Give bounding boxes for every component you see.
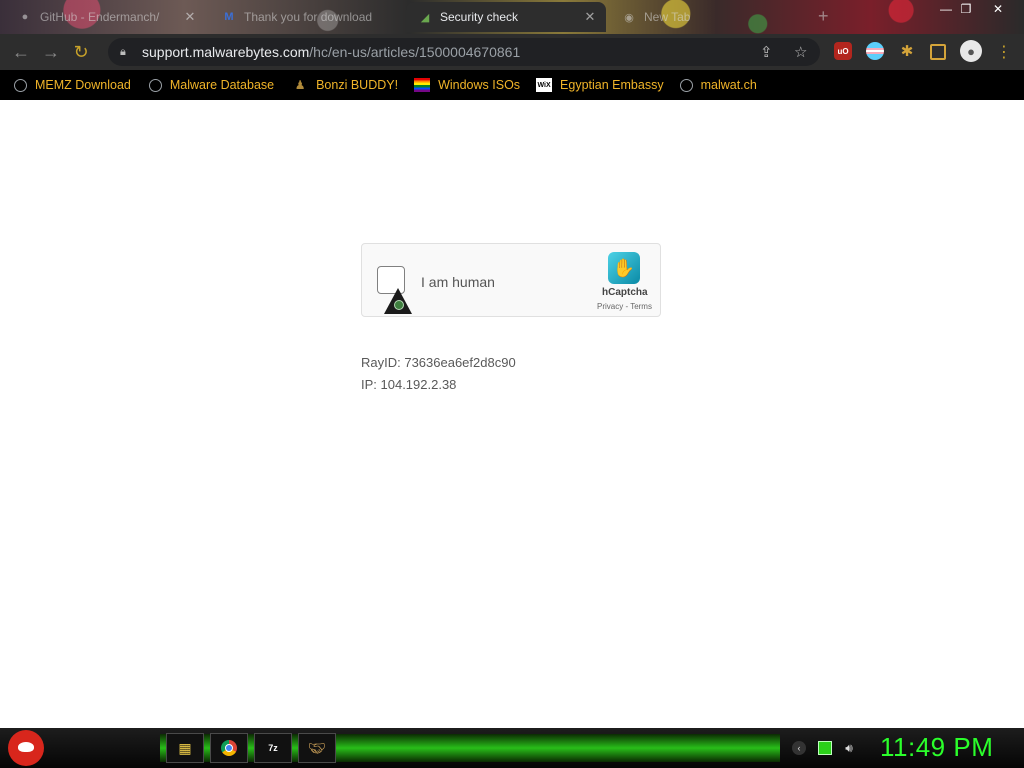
handshake-icon[interactable]: 🤝︎: [298, 733, 336, 763]
lock-icon[interactable]: 🔒︎: [120, 46, 134, 59]
bookmark-label: Windows ISOs: [438, 78, 521, 92]
address-bar[interactable]: 🔒︎ support.malwarebytes.com/hc/en-us/art…: [108, 38, 820, 66]
bookmark-windows-isos[interactable]: Windows ISOs: [414, 78, 520, 92]
taskbar: ▦ 7z 🤝︎ ‹ 🔊︎ 11:49 PM: [0, 728, 1024, 768]
mouse-cursor-icon: [384, 288, 412, 314]
bookmark-bonzi-buddy[interactable]: ♟ Bonzi BUDDY!: [292, 77, 398, 93]
captcha-label: I am human: [421, 274, 495, 290]
bookmark-label: malwat.ch: [700, 78, 757, 92]
close-icon[interactable]: ✕: [582, 9, 598, 25]
side-panel-icon[interactable]: [930, 44, 946, 60]
wix-icon: WiX: [536, 78, 553, 92]
bookmark-label: Egyptian Embassy: [560, 78, 664, 92]
bonzi-icon: ♟: [294, 78, 306, 92]
taskbar-clock[interactable]: 11:49 PM: [880, 732, 993, 763]
file-explorer-icon[interactable]: ▦: [166, 733, 204, 763]
tab-title: Security check: [440, 10, 519, 24]
tray-overflow-icon[interactable]: ‹: [792, 741, 806, 755]
kebab-menu-icon[interactable]: ⋮: [996, 42, 1012, 62]
hcaptcha-widget: I am human ✋ hCaptcha Privacy - Terms: [361, 243, 661, 317]
tab-security-check[interactable]: ◢ Security check ✕: [406, 2, 606, 32]
ublock-origin-icon[interactable]: uO: [834, 42, 852, 60]
tab-title: GitHub - Endermanch/: [40, 10, 160, 24]
bookmark-star-icon[interactable]: ☆: [794, 43, 807, 61]
bookmark-memz-download[interactable]: MEMZ Download: [14, 78, 131, 92]
captcha-privacy-terms-links[interactable]: Privacy - Terms: [597, 302, 652, 311]
bookmark-malware-database[interactable]: Malware Database: [148, 78, 275, 92]
bookmark-label: Bonzi BUDDY!: [316, 78, 399, 92]
chrome-icon: ◉: [624, 11, 634, 24]
url-text[interactable]: support.malwarebytes.com/hc/en-us/articl…: [142, 44, 520, 60]
tab-title: New Tab: [644, 10, 691, 24]
ip-address: IP: 104.192.2.38: [361, 377, 457, 392]
bookmarks-bar: MEMZ Download Malware Database ♟ Bonzi B…: [0, 70, 1024, 100]
tab-strip: ● GitHub - Endermanch/ ✕ M Thank you for…: [0, 0, 1024, 34]
bookmark-label: MEMZ Download: [35, 78, 131, 92]
new-tab-button[interactable]: +: [818, 6, 829, 27]
restore-icon[interactable]: ❐: [952, 1, 980, 17]
tab-thank-you[interactable]: M Thank you for download: [210, 2, 406, 32]
tab-title: Thank you for download: [244, 10, 373, 24]
page-content: I am human ✋ hCaptcha Privacy - Terms Ra…: [0, 102, 1024, 728]
reload-button[interactable]: ↻: [66, 37, 96, 67]
globe-icon: [14, 78, 27, 92]
browser-toolbar: ← → ↻ 🔒︎ support.malwarebytes.com/hc/en-…: [0, 34, 1024, 70]
bookmark-egyptian-embassy[interactable]: WiX Egyptian Embassy: [536, 78, 664, 92]
seven-zip-icon[interactable]: 7z: [254, 733, 292, 763]
github-icon: ●: [21, 11, 29, 23]
extensions-puzzle-icon[interactable]: ✱: [898, 42, 916, 60]
ray-info: RayID: 73636ea6ef2d8c90 IP: 104.192.2.38: [361, 352, 516, 396]
trans-flag-extension-icon[interactable]: [866, 42, 884, 60]
rainbow-flag-icon: [414, 78, 431, 92]
tab-new-tab[interactable]: ◉ New Tab: [610, 2, 810, 32]
close-icon[interactable]: ✕: [182, 9, 198, 25]
hcaptcha-logo-icon[interactable]: ✋: [608, 252, 640, 284]
window-close-icon[interactable]: ✕: [984, 1, 1012, 17]
malwarebytes-icon: M: [224, 11, 234, 23]
hcaptcha-brand: hCaptcha: [602, 287, 648, 298]
globe-icon: [148, 78, 162, 92]
bookmark-label: Malware Database: [169, 78, 275, 92]
url-path: /hc/en-us/articles/1500004670861: [309, 44, 521, 60]
profile-avatar-icon[interactable]: ●: [960, 40, 982, 62]
back-button[interactable]: ←: [6, 37, 36, 67]
forward-button[interactable]: →: [36, 37, 66, 67]
volume-icon[interactable]: 🔊︎: [842, 741, 856, 755]
chrome-taskbar-icon[interactable]: [210, 733, 248, 763]
tab-github[interactable]: ● GitHub - Endermanch/ ✕: [6, 2, 206, 32]
bookmark-malwat-ch[interactable]: malwat.ch: [679, 78, 757, 92]
loading-icon: ◢: [420, 11, 430, 24]
start-button-angry-bird-icon[interactable]: [8, 730, 44, 766]
ray-id: RayID: 73636ea6ef2d8c90: [361, 355, 516, 370]
network-icon[interactable]: [818, 741, 832, 755]
globe-icon: [679, 78, 693, 92]
url-host: support.malwarebytes.com: [142, 44, 310, 60]
share-icon[interactable]: ⇪: [760, 43, 773, 61]
